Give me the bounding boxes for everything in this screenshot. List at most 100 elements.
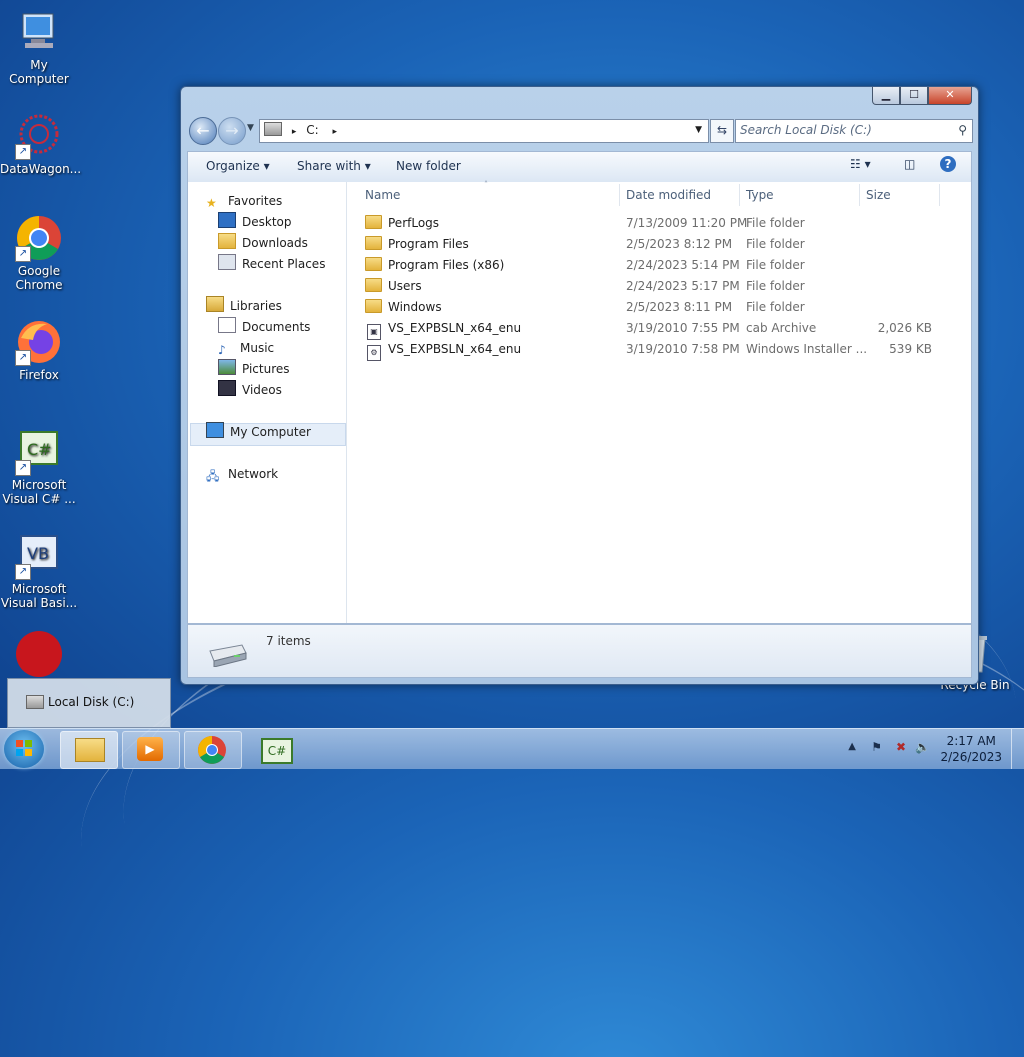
svg-text:C#: C# [27,440,52,459]
breadcrumb-separator[interactable]: ▸ [332,127,337,137]
column-header-date-modified[interactable]: Date modified [626,188,711,202]
caption-buttons: ▁ ☐ ✕ [872,87,972,105]
taskbar-thumbnail-popup[interactable]: Local Disk (C:) [7,678,171,728]
desktop-icon-firefox[interactable]: ↗ Firefox [0,318,78,382]
minimize-button[interactable]: ▁ [872,87,900,105]
show-desktop-button[interactable] [1011,729,1024,769]
refresh-button[interactable]: ⇆ [710,119,734,143]
desktop-icon-devcpp[interactable] [0,630,78,680]
search-box[interactable]: Search Local Disk (C:) ⚲ [735,119,973,143]
nav-downloads[interactable]: Downloads [218,233,308,254]
nav-label: My Computer [230,425,311,439]
file-row[interactable]: ⚙ VS_EXPBSLN_x64_enu 3/19/2010 7:58 PM Wi… [347,339,971,361]
desktop-icon-datawagon[interactable]: ↗ DataWagon... [0,112,81,176]
breadcrumb-c-drive[interactable]: C: [306,123,318,137]
documents-icon [218,317,236,333]
sort-ascending-icon: ˄ [484,180,488,189]
desktop-icon-chrome[interactable]: ↗ Google Chrome [0,214,78,292]
forward-button[interactable]: → [218,117,246,145]
file-name-cell: Program Files (x86) [365,255,504,276]
navigation-bar: ← → ▼ ▸ C: ▸ ▼ ⇆ Search Local Disk (C:) … [189,117,973,145]
navigation-pane: ★ Favorites Desktop Downloads Recent Plac… [188,182,347,623]
nav-documents[interactable]: Documents [218,317,310,338]
column-divider[interactable] [619,184,620,206]
file-name: Program Files (x86) [388,258,505,272]
search-icon[interactable]: ⚲ [958,120,967,141]
nav-pictures[interactable]: Pictures [218,359,290,380]
nav-recent-places[interactable]: Recent Places [218,254,325,275]
hard-drive-icon [206,641,247,668]
desktop-icon-my-computer[interactable]: My Computer [0,8,78,86]
file-name: VS_EXPBSLN_x64_enu [388,321,522,335]
media-player-icon: ▶ [137,737,163,761]
visual-csharp-icon: C# ↗ [15,428,63,476]
file-type: Windows Installer ... [746,342,868,356]
breadcrumb-separator[interactable]: ▸ [292,127,297,137]
preview-pane-button[interactable]: ◫ [904,157,915,171]
desktop-icon-visual-basic[interactable]: VB ↗ Microsoft Visual Basi... [0,532,78,610]
file-name: Program Files [388,237,469,251]
explorer-window[interactable]: ▁ ☐ ✕ ← → ▼ ▸ C: ▸ ▼ ⇆ Search Local Disk… [180,86,979,685]
nav-label: Favorites [228,194,283,208]
taskbar-explorer-button[interactable] [60,731,118,769]
file-row[interactable]: Windows 2/5/2023 8:11 PM File folder [347,297,971,318]
change-view-button[interactable]: ☷ ▾ [850,157,871,171]
drive-icon [26,695,44,709]
nav-my-computer[interactable]: My Computer [206,422,311,443]
maximize-button[interactable]: ☐ [900,87,928,105]
share-with-button[interactable]: Share with ▾ [297,159,371,173]
desktop-icon-label: My Computer [9,58,69,86]
nav-desktop[interactable]: Desktop [218,212,292,233]
address-bar[interactable]: ▸ C: ▸ ▼ [259,119,709,143]
close-button[interactable]: ✕ [928,87,972,105]
drive-icon [264,122,282,136]
back-button[interactable]: ← [189,117,217,145]
libraries-icon [206,296,224,312]
nav-libraries[interactable]: Libraries [206,296,282,317]
show-hidden-icons-button[interactable]: ▲ [848,741,856,752]
network-icon: 🖧 [206,469,220,483]
column-divider[interactable] [939,184,940,206]
column-divider[interactable] [739,184,740,206]
file-date: 7/13/2009 11:20 PM [626,216,748,230]
file-date: 3/19/2010 7:55 PM [626,321,740,335]
file-row[interactable]: ▣ VS_EXPBSLN_x64_enu 3/19/2010 7:55 PM ca… [347,318,971,340]
column-header-type[interactable]: Type [746,188,774,202]
column-divider[interactable] [859,184,860,206]
file-date: 2/5/2023 8:11 PM [626,300,733,314]
action-center-icon[interactable]: ⚑ [871,740,882,754]
file-name: VS_EXPBSLN_x64_enu [388,342,522,356]
file-row[interactable]: Program Files (x86) 2/24/2023 5:14 PM Fi… [347,255,971,276]
file-row[interactable]: Program Files 2/5/2023 8:12 PM File fold… [347,234,971,255]
help-button[interactable]: ? [940,156,956,172]
volume-icon[interactable]: 🔈 [915,740,930,754]
file-name-cell: ▣ VS_EXPBSLN_x64_enu [365,318,521,340]
start-button[interactable] [4,730,44,768]
taskbar-media-player-button[interactable]: ▶ [122,731,180,769]
column-header-size[interactable]: Size [866,188,891,202]
nav-favorites[interactable]: ★ Favorites [206,191,282,212]
taskbar-chrome-button[interactable] [184,731,242,769]
nav-label: Pictures [242,362,290,376]
network-disconnected-icon[interactable]: ✖ [896,740,906,754]
pictures-icon [218,359,236,375]
content-area: ★ Favorites Desktop Downloads Recent Plac… [187,180,972,624]
folder-icon [365,257,382,271]
star-icon: ★ [206,196,217,210]
nav-network[interactable]: 🖧 Network [206,464,278,485]
file-row[interactable]: Users 2/24/2023 5:17 PM File folder [347,276,971,297]
shortcut-arrow-icon: ↗ [15,564,31,580]
nav-videos[interactable]: Videos [218,380,282,401]
column-header-name[interactable]: Name [365,188,400,202]
organize-button[interactable]: Organize ▾ [206,159,270,173]
nav-label: Libraries [230,299,282,313]
recent-pages-dropdown[interactable]: ▼ [247,123,254,133]
nav-music[interactable]: ♪ Music [218,338,274,359]
folder-icon [75,738,105,762]
file-row[interactable]: PerfLogs 7/13/2009 11:20 PM File folder [347,213,971,234]
taskbar-visual-csharp-button[interactable]: C# [246,731,304,769]
address-dropdown[interactable]: ▼ [695,120,702,141]
system-clock[interactable]: 2:17 AM 2/26/2023 [940,733,1002,765]
desktop-icon-visual-csharp[interactable]: C# ↗ Microsoft Visual C# ... [0,428,78,506]
new-folder-button[interactable]: New folder [396,159,461,173]
